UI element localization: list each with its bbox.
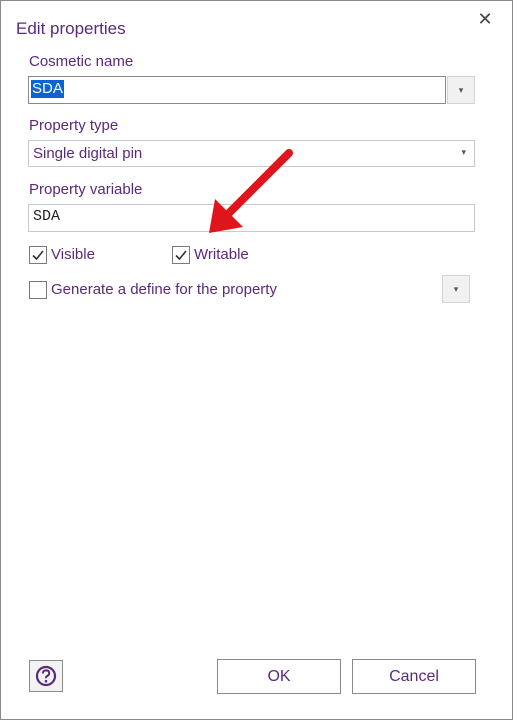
help-button[interactable]	[29, 660, 63, 692]
generate-define-dropdown-button[interactable]: ▾	[442, 275, 470, 303]
property-type-label: Property type	[29, 117, 119, 134]
writable-checkbox[interactable]	[172, 246, 190, 264]
generate-define-checkbox[interactable]	[29, 281, 47, 299]
generate-define-label[interactable]: Generate a define for the property	[51, 281, 277, 298]
chevron-down-icon: ▾	[458, 85, 464, 95]
property-type-value: Single digital pin	[33, 145, 143, 162]
annotation-arrow	[209, 149, 293, 233]
check-icon	[32, 250, 44, 261]
property-variable-label: Property variable	[29, 181, 143, 198]
ok-button[interactable]: OK	[217, 659, 341, 694]
dialog-title: Edit properties	[16, 19, 126, 38]
visible-checkbox[interactable]	[29, 246, 47, 264]
cancel-button[interactable]: Cancel	[352, 659, 476, 694]
cosmetic-name-value: SDA	[31, 80, 64, 98]
edit-properties-dialog: Edit properties ✕ Cosmetic name SDA ▾ Pr…	[0, 0, 513, 720]
chevron-down-icon: ▾	[453, 284, 459, 294]
question-circle-icon	[35, 665, 57, 687]
chevron-down-icon: ▾	[461, 147, 466, 157]
writable-label[interactable]: Writable	[194, 246, 249, 263]
close-icon[interactable]: ✕	[475, 9, 495, 29]
property-variable-value: SDA	[33, 208, 61, 225]
cosmetic-name-input[interactable]: SDA	[28, 76, 446, 104]
cosmetic-name-dropdown-button[interactable]: ▾	[447, 76, 475, 104]
visible-label[interactable]: Visible	[51, 246, 95, 263]
cosmetic-name-label: Cosmetic name	[29, 53, 134, 70]
check-icon	[175, 250, 187, 261]
